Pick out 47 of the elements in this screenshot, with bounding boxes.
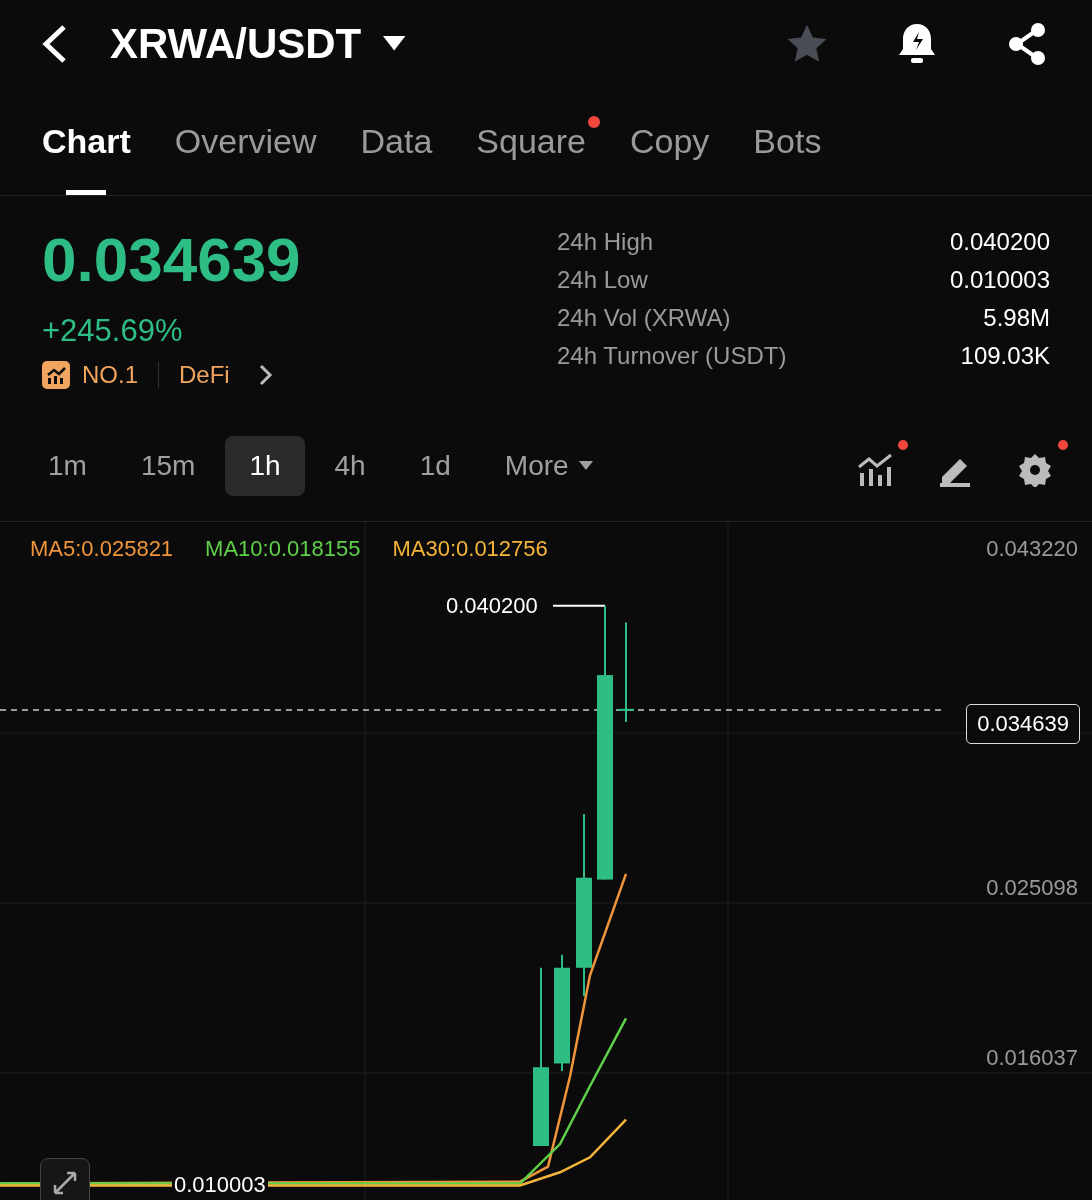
interval-tab[interactable]: 1m bbox=[24, 436, 111, 497]
share-icon bbox=[1007, 21, 1047, 66]
pair-selector[interactable]: XRWA/USDT bbox=[110, 19, 406, 68]
expand-button[interactable] bbox=[40, 1158, 90, 1200]
expand-icon bbox=[52, 1170, 78, 1196]
tab[interactable]: Chart bbox=[42, 87, 131, 195]
rank-label[interactable]: NO.1 bbox=[82, 360, 138, 389]
settings-icon bbox=[1018, 453, 1052, 488]
leader-line bbox=[552, 604, 606, 607]
stat-value: 109.03K bbox=[959, 341, 1050, 370]
stat-value: 0.040200 bbox=[949, 227, 1050, 256]
stat-label: 24h Low bbox=[557, 265, 649, 294]
interval-tab[interactable]: 15m bbox=[116, 436, 220, 497]
current-price-tag: 0.034639 bbox=[966, 704, 1080, 744]
caret-icon bbox=[383, 35, 406, 52]
price-axis-label: 0.025098 bbox=[986, 875, 1078, 901]
tab[interactable]: Bots bbox=[753, 87, 822, 195]
last-price: 0.034639 bbox=[42, 223, 302, 295]
tab[interactable]: Overview bbox=[174, 87, 317, 195]
stat-label: 24h Vol (XRWA) bbox=[557, 303, 732, 332]
stat-label: 24h Turnover (USDT) bbox=[557, 341, 788, 370]
tab[interactable]: Data bbox=[360, 87, 433, 195]
interval-tab[interactable]: 1h bbox=[225, 436, 305, 497]
category-link[interactable]: DeFi bbox=[179, 360, 230, 389]
chart-bars-icon bbox=[857, 453, 893, 488]
tab[interactable]: Copy bbox=[629, 87, 710, 195]
price-axis-label: 0.016037 bbox=[986, 1045, 1078, 1071]
more-dropdown[interactable]: More bbox=[480, 436, 617, 497]
price-change: +245.69% bbox=[42, 312, 184, 349]
tab[interactable]: Square bbox=[476, 87, 586, 195]
chevron-right-icon[interactable] bbox=[257, 362, 274, 387]
stat-label: 24h High bbox=[557, 227, 655, 256]
moving-average-label: MA5:0.025821 bbox=[30, 536, 174, 562]
interval-tab[interactable]: 1d bbox=[395, 436, 475, 497]
stat-value: 0.010003 bbox=[949, 265, 1050, 294]
moving-average-label: MA10:0.018155 bbox=[205, 536, 361, 562]
interval-tab[interactable]: 4h bbox=[310, 436, 390, 497]
bell-icon bbox=[897, 21, 937, 66]
notification-dot bbox=[1058, 440, 1068, 451]
stat-value: 5.98M bbox=[982, 303, 1050, 332]
chart-icon bbox=[42, 360, 70, 389]
back-icon[interactable] bbox=[40, 23, 68, 64]
price-axis-label: 0.043220 bbox=[986, 536, 1078, 562]
moving-average-label: MA30:0.012756 bbox=[392, 536, 548, 562]
caret-icon bbox=[578, 461, 593, 472]
notification-dot bbox=[898, 440, 908, 451]
high-price-label: 0.040200 bbox=[446, 592, 538, 619]
